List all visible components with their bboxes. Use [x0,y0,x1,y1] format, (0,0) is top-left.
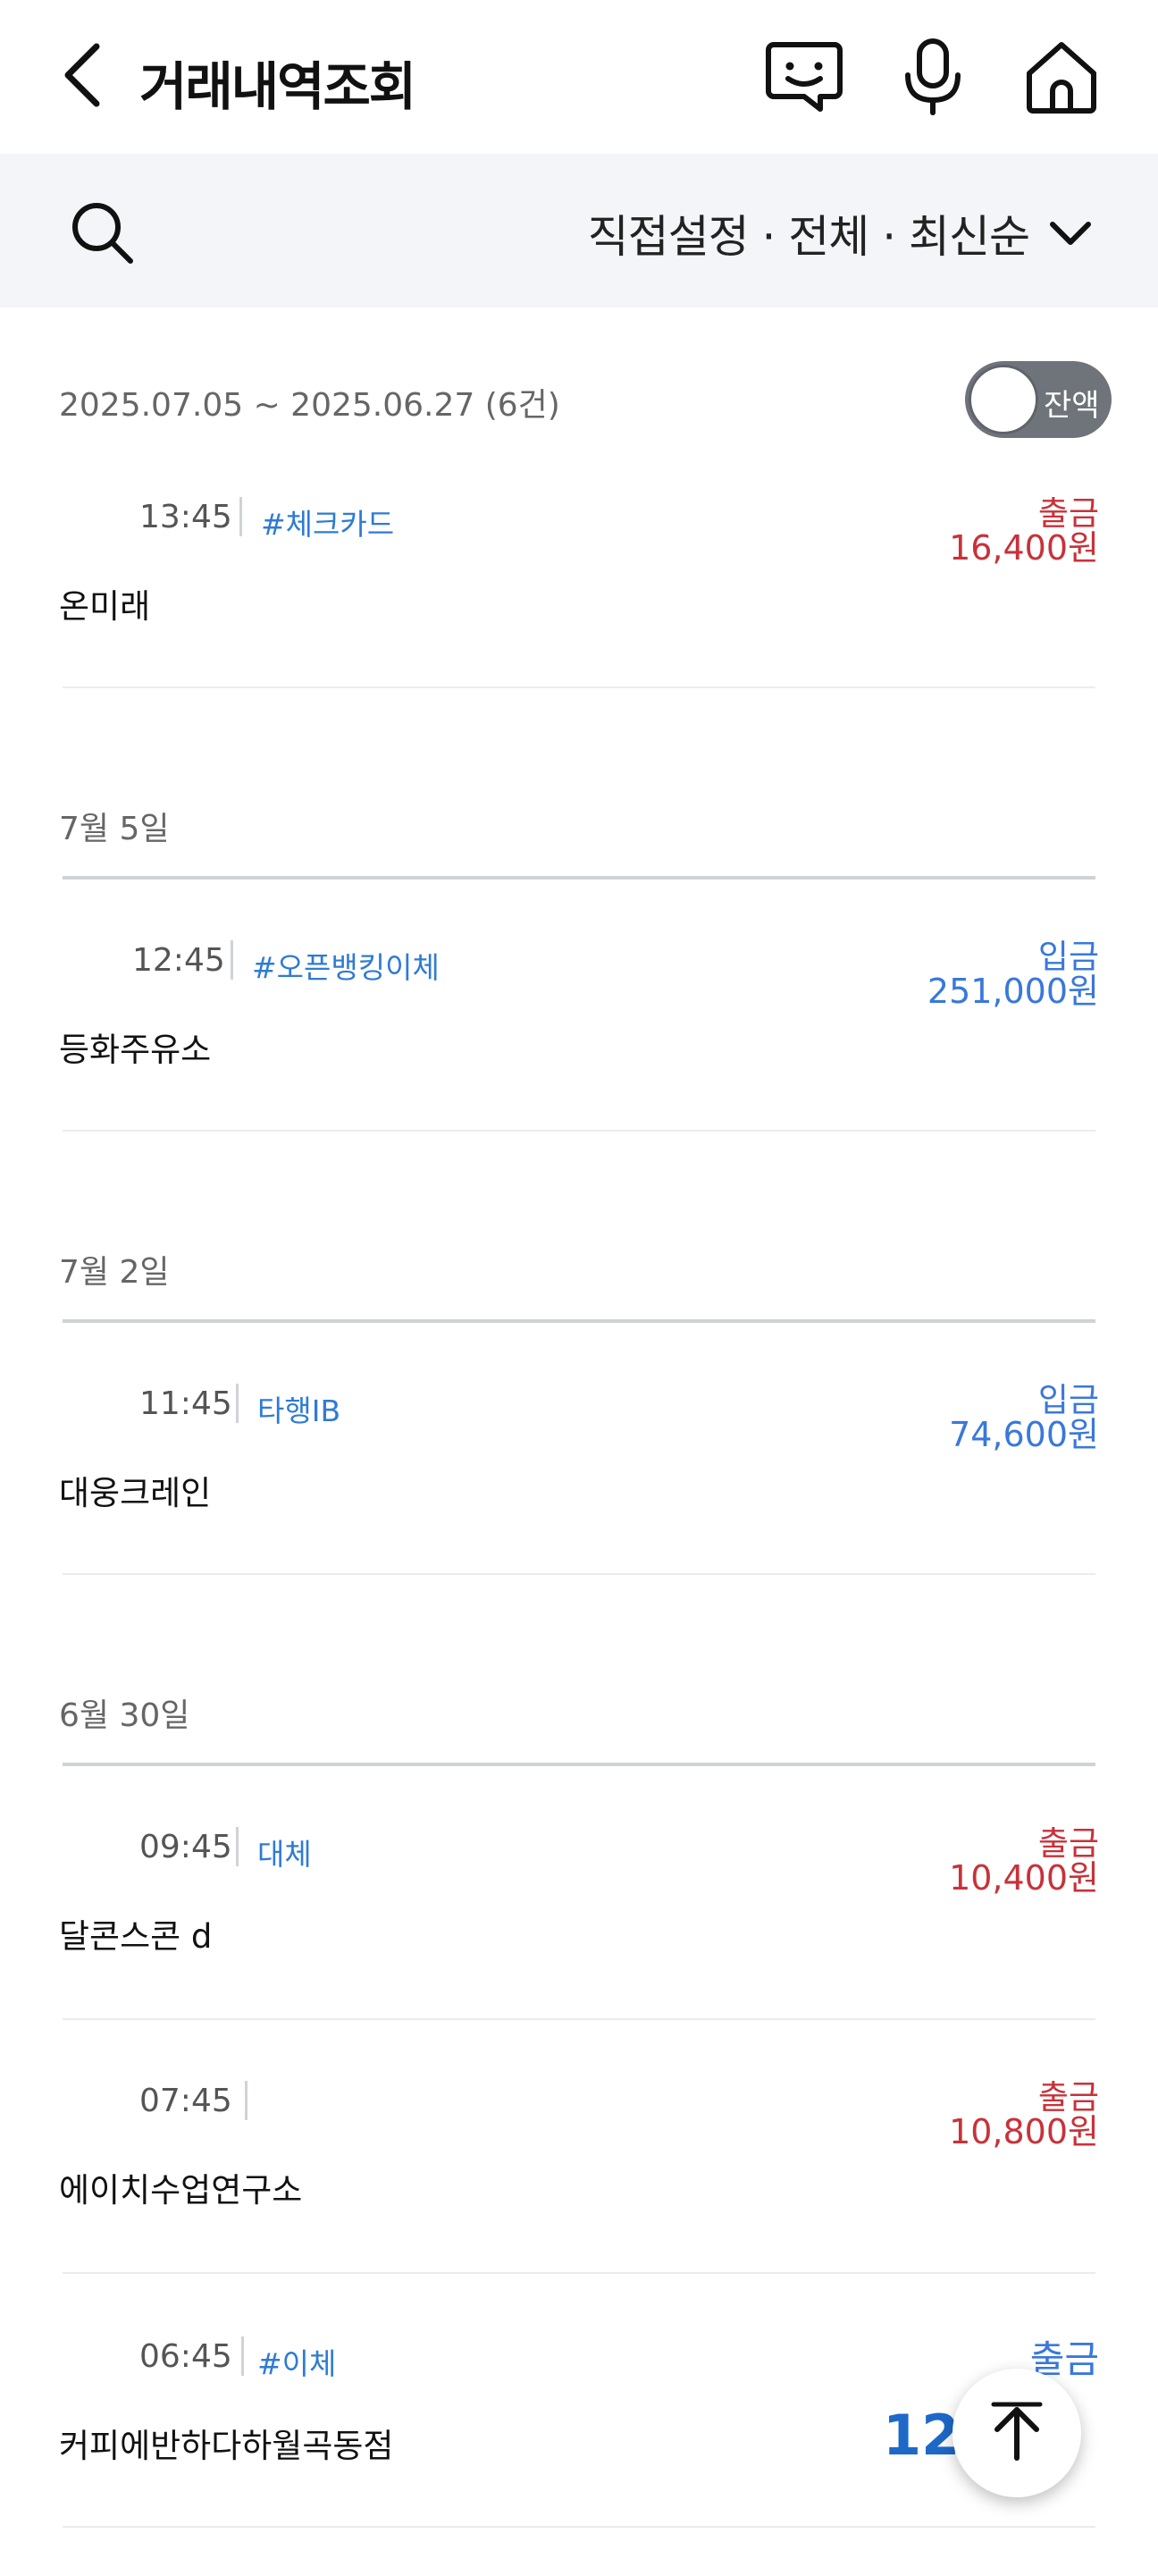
back-icon[interactable] [57,39,107,111]
transaction-tag: #이체 [257,2346,337,2381]
filter-dropdown[interactable]: 직접설정 · 전체 · 최신순 [588,193,1095,274]
balance-toggle-label: 잔액 [1044,388,1100,424]
transaction-time: 13:45 [139,499,232,535]
date-group-label: 6월 30일 [59,1697,190,1734]
divider [245,2081,248,2120]
transaction-amount: 10,400원 [949,1858,1099,1898]
toggle-knob [969,365,1038,434]
date-divider [63,1319,1095,1323]
divider [236,1384,239,1423]
divider [236,1827,239,1866]
divider [239,497,242,536]
merchant-name: 온미래 [59,587,151,626]
transaction-time: 11:45 [139,1385,232,1422]
row-divider [63,1573,1095,1575]
divider [231,940,233,980]
row-divider [63,2018,1095,2020]
divider [241,2336,244,2376]
balance-toggle[interactable]: 잔액 [965,361,1112,438]
transaction-time: 12:45 [132,942,225,979]
transaction-amount: 251,000원 [927,972,1099,1011]
row-divider [63,1130,1095,1132]
transaction-tag: 타행IB [257,1393,341,1428]
filter-summary: 직접설정 · 전체 · 최신순 [587,211,1030,263]
transaction-tag: #오픈뱅킹이체 [252,950,440,985]
date-range-count: 2025.07.05 ~ 2025.06.27 (6건) [59,387,560,424]
date-group-label: 7월 2일 [59,1254,170,1291]
date-divider [63,876,1095,880]
date-divider [63,1763,1095,1766]
home-icon[interactable] [1020,36,1103,118]
row-divider [63,686,1095,688]
transaction-amount: 74,600원 [949,1415,1099,1454]
transaction-time: 09:45 [139,1829,232,1865]
merchant-name: 에이치수업연구소 [59,2171,303,2210]
chevron-down-icon [1050,222,1091,245]
transaction-time: 07:45 [139,2083,232,2119]
chatbot-icon[interactable] [763,36,845,118]
transaction-amount: 10,800원 [949,2112,1099,2151]
transaction-tag: #체크카드 [261,507,395,542]
row-divider [63,2526,1095,2528]
merchant-name: 대웅크레인 [59,1474,212,1512]
date-group-label: 7월 5일 [59,811,170,847]
transaction-amount: 16,400원 [949,528,1099,568]
arrow-up-icon [991,2402,1043,2461]
app-header: 거래내역조회 [0,0,1158,154]
scroll-to-top-button[interactable] [952,2369,1081,2497]
merchant-name: 커피에반하다하월곡동점 [59,2427,394,2465]
transaction-tag: 대체 [257,1837,312,1872]
merchant-name: 달콘스콘 d [59,1917,213,1956]
search-icon[interactable] [66,197,138,268]
transaction-time: 06:45 [139,2338,232,2375]
page-title: 거래내역조회 [139,56,416,117]
row-divider [63,2272,1095,2274]
merchant-name: 등화주유소 [59,1031,212,1069]
mic-icon[interactable] [892,36,974,118]
